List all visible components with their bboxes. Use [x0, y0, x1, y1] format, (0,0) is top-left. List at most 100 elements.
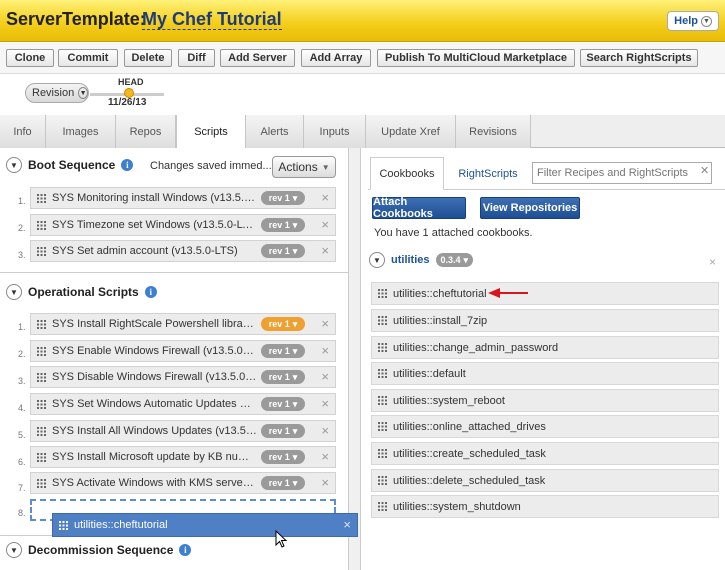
boot-script-row[interactable]: SYS Set admin account (v13.5.0-LTS) rev … — [30, 240, 336, 262]
revision-badge[interactable]: rev 1 ▾ — [261, 450, 305, 464]
add-array-button[interactable]: Add Array — [301, 49, 371, 67]
drag-handle-icon[interactable] — [378, 396, 387, 405]
commit-button[interactable]: Commit — [58, 49, 118, 67]
revision-badge[interactable]: rev 1 ▾ — [261, 244, 305, 258]
remove-icon[interactable]: × — [321, 190, 329, 205]
remove-icon[interactable]: × — [321, 217, 329, 232]
actions-button[interactable]: Actions ▼ — [272, 156, 336, 178]
script-name[interactable]: SYS Activate Windows with KMS server (v1… — [52, 477, 257, 489]
revision-badge[interactable]: rev 1 ▾ — [261, 191, 305, 205]
tab-rightscripts[interactable]: RightScripts — [450, 157, 526, 190]
remove-icon[interactable]: × — [321, 449, 329, 464]
drag-handle-icon[interactable] — [37, 246, 46, 256]
tab-scripts[interactable]: Scripts — [176, 115, 246, 149]
info-icon[interactable]: i — [144, 286, 157, 298]
add-server-button[interactable]: Add Server — [220, 49, 295, 67]
revision-selector[interactable]: Revision ▼ — [25, 83, 89, 103]
operational-script-row[interactable]: SYS Set Windows Automatic Updates Poli..… — [30, 393, 336, 415]
drag-handle-icon[interactable] — [37, 319, 46, 329]
operational-script-row[interactable]: SYS Disable Windows Firewall (v13.5.0-LT… — [30, 366, 336, 388]
recipe-item[interactable]: utilities::system_shutdown — [371, 495, 719, 518]
tab-info[interactable]: Info — [0, 115, 46, 148]
recipe-item[interactable]: utilities::system_reboot — [371, 389, 719, 412]
attach-cookbooks-button[interactable]: Attach Cookbooks — [372, 196, 466, 220]
clone-button[interactable]: Clone — [6, 49, 54, 67]
drag-handle-icon[interactable] — [37, 220, 46, 230]
dragged-recipe[interactable]: utilities::cheftutorial × — [52, 513, 358, 537]
remove-icon[interactable]: × — [321, 396, 329, 411]
cookbook-name[interactable]: utilities — [391, 254, 430, 266]
tab-revisions[interactable]: Revisions — [456, 115, 531, 148]
publish-marketplace-button[interactable]: Publish To MultiCloud Marketplace — [377, 49, 575, 67]
script-name[interactable]: SYS Set Windows Automatic Updates Poli..… — [52, 398, 257, 410]
help-button[interactable]: Help ▼ — [667, 11, 719, 31]
drag-handle-icon[interactable] — [378, 422, 387, 431]
drag-handle-icon[interactable] — [37, 399, 46, 409]
info-icon[interactable]: i — [121, 159, 134, 171]
recipe-item[interactable]: utilities::online_attached_drives — [371, 415, 719, 438]
script-name[interactable]: SYS Install All Windows Updates (v13.5.0… — [52, 425, 257, 437]
recipe-item[interactable]: utilities::create_scheduled_task — [371, 442, 719, 465]
revision-badge[interactable]: rev 1 ▾ — [261, 424, 305, 438]
revision-badge[interactable]: rev 1 ▾ — [261, 476, 305, 490]
remove-icon[interactable]: × — [321, 475, 329, 490]
remove-icon[interactable]: × — [321, 243, 329, 258]
collapse-icon[interactable]: ▼ — [369, 252, 385, 268]
view-repositories-button[interactable]: View Repositories — [480, 197, 580, 219]
drag-handle-icon[interactable] — [378, 476, 387, 485]
filter-input[interactable] — [532, 162, 712, 184]
revision-badge[interactable]: rev 1 ▾ — [261, 370, 305, 384]
remove-icon[interactable]: × — [321, 423, 329, 438]
revision-badge[interactable]: rev 1 ▾ — [261, 317, 305, 331]
drag-handle-icon[interactable] — [59, 520, 68, 530]
drag-handle-icon[interactable] — [378, 369, 387, 378]
drag-handle-icon[interactable] — [378, 502, 387, 511]
tab-inputs[interactable]: Inputs — [304, 115, 366, 148]
boot-script-row[interactable]: SYS Timezone set Windows (v13.5.0-LTS) r… — [30, 214, 336, 236]
remove-icon[interactable]: × — [321, 316, 329, 331]
script-name[interactable]: SYS Install RightScale Powershell librar… — [52, 318, 257, 330]
drag-handle-icon[interactable] — [378, 449, 387, 458]
operational-script-row[interactable]: SYS Enable Windows Firewall (v13.5.0-LTS… — [30, 340, 336, 362]
tab-alerts[interactable]: Alerts — [246, 115, 304, 148]
tab-repos[interactable]: Repos — [116, 115, 176, 148]
drag-handle-icon[interactable] — [378, 343, 387, 352]
cookbook-version-badge[interactable]: 0.3.4 ▾ — [435, 253, 474, 267]
remove-icon[interactable]: × — [343, 517, 351, 532]
recipe-item[interactable]: utilities::default — [371, 362, 719, 385]
operational-script-row[interactable]: SYS Install Microsoft update by KB numbe… — [30, 446, 336, 468]
remove-icon[interactable]: × — [321, 369, 329, 384]
tab-images[interactable]: Images — [46, 115, 116, 148]
collapse-icon[interactable]: ▼ — [6, 542, 22, 558]
recipe-item[interactable]: utilities::change_admin_password — [371, 336, 719, 359]
revision-badge[interactable]: rev 1 ▾ — [261, 344, 305, 358]
collapse-icon[interactable]: ▼ — [6, 157, 22, 173]
remove-icon[interactable]: × — [321, 343, 329, 358]
recipe-item[interactable]: utilities::cheftutorial — [371, 282, 719, 305]
drag-handle-icon[interactable] — [378, 316, 387, 325]
remove-cookbook-icon[interactable]: × — [709, 255, 716, 269]
tab-update-xref[interactable]: Update Xref — [366, 115, 456, 148]
drag-handle-icon[interactable] — [37, 452, 46, 462]
panel-scrollbar[interactable] — [349, 148, 361, 570]
recipe-item[interactable]: utilities::install_7zip — [371, 309, 719, 332]
drag-handle-icon[interactable] — [378, 289, 387, 298]
script-name[interactable]: SYS Timezone set Windows (v13.5.0-LTS) — [52, 219, 257, 231]
recipe-item[interactable]: utilities::delete_scheduled_task — [371, 469, 719, 492]
drag-handle-icon[interactable] — [37, 426, 46, 436]
delete-button[interactable]: Delete — [124, 49, 172, 67]
drag-handle-icon[interactable] — [37, 372, 46, 382]
operational-script-row[interactable]: SYS Activate Windows with KMS server (v1… — [30, 472, 336, 494]
script-name[interactable]: SYS Enable Windows Firewall (v13.5.0-LTS… — [52, 345, 257, 357]
drag-handle-icon[interactable] — [37, 193, 46, 203]
clear-filter-icon[interactable]: ✕ — [700, 164, 709, 177]
revision-badge[interactable]: rev 1 ▾ — [261, 397, 305, 411]
script-name[interactable]: SYS Install Microsoft update by KB numbe… — [52, 451, 257, 463]
collapse-icon[interactable]: ▼ — [6, 284, 22, 300]
boot-script-row[interactable]: SYS Monitoring install Windows (v13.5.0-… — [30, 187, 336, 209]
template-name[interactable]: My Chef Tutorial — [142, 9, 282, 30]
script-name[interactable]: SYS Set admin account (v13.5.0-LTS) — [52, 245, 257, 257]
operational-script-row[interactable]: SYS Install RightScale Powershell librar… — [30, 313, 336, 335]
revision-badge[interactable]: rev 1 ▾ — [261, 218, 305, 232]
drag-handle-icon[interactable] — [37, 346, 46, 356]
